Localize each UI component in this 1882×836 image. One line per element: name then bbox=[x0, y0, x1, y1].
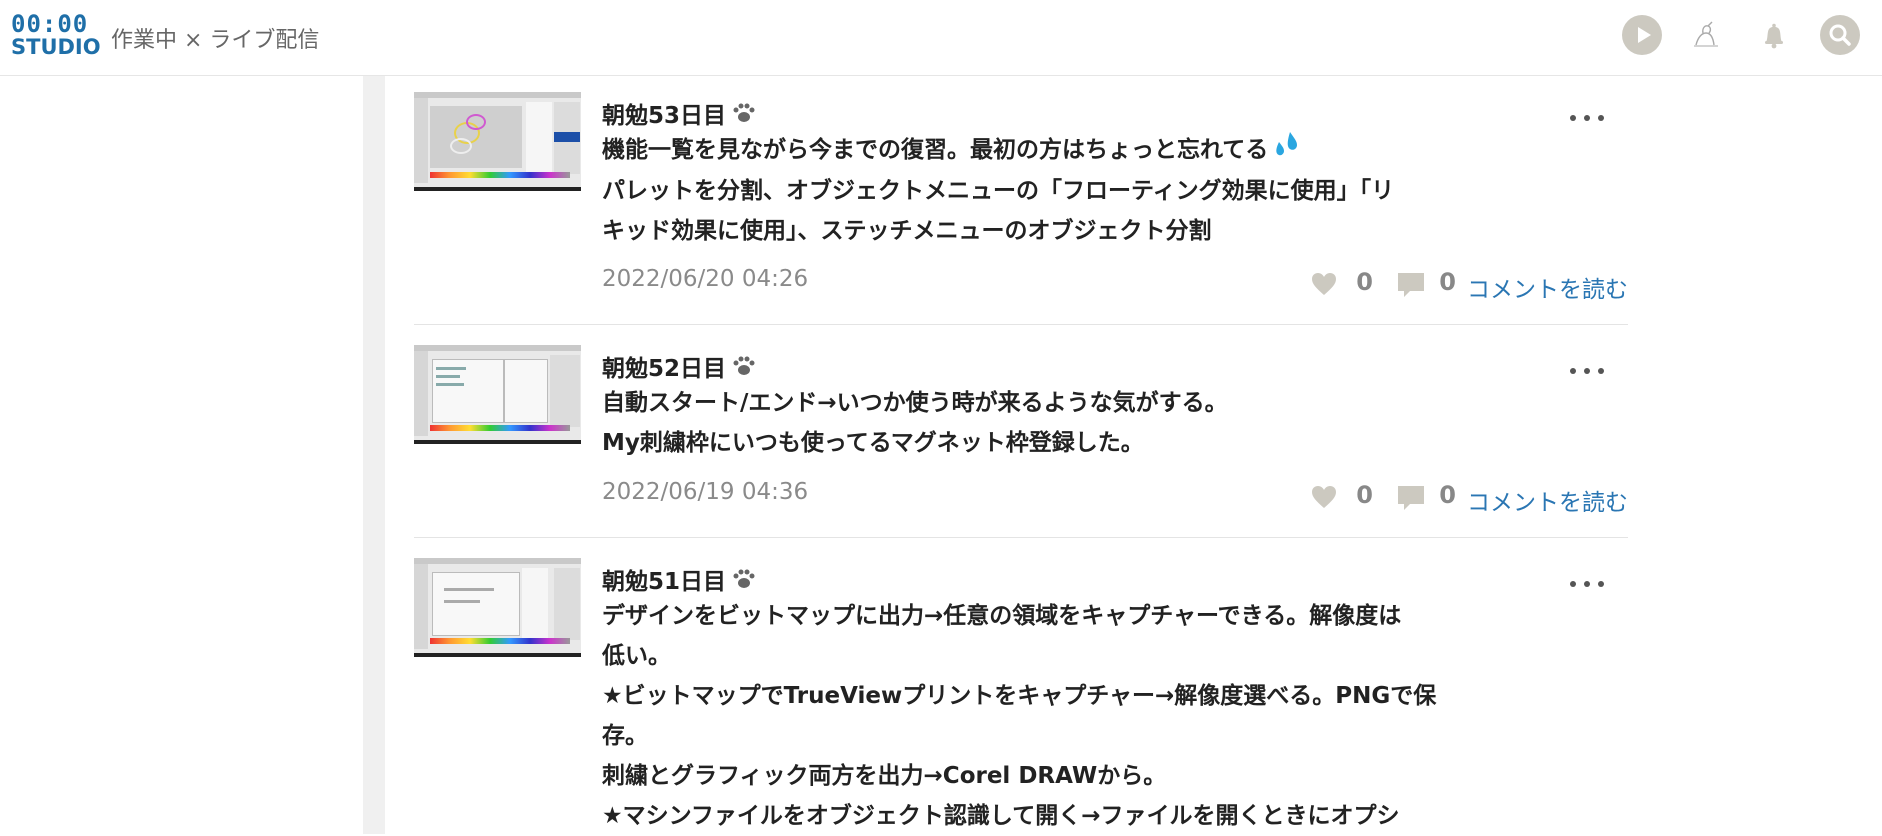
post-body-line: My刺繍枠にいつも使ってるマグネット枠登録した。 bbox=[602, 430, 1144, 456]
search-icon[interactable] bbox=[1820, 15, 1860, 55]
post-body: 機能一覧を見ながら今までの復習。最初の方はちょっと忘れてる パレットを分割、オブ… bbox=[602, 130, 1552, 251]
post-item: 朝勉53日目 機能一覧を見ながら今までの復習。最初の方はちょっと忘れてる パレッ… bbox=[414, 92, 1628, 325]
comment-icon[interactable] bbox=[1396, 271, 1426, 303]
post-title-text: 朝勉53日目 bbox=[602, 103, 727, 129]
more-options-button[interactable] bbox=[1570, 365, 1606, 377]
site-header: 00:00 STUDIO 作業中 × ライブ配信 bbox=[0, 0, 1882, 76]
play-icon[interactable] bbox=[1622, 15, 1662, 55]
comment-count: 0 bbox=[1439, 268, 1456, 296]
mascot-icon[interactable] bbox=[1686, 15, 1726, 55]
post-meta: 0 0 コメントを読む bbox=[1228, 268, 1628, 303]
post-title[interactable]: 朝勉52日目 bbox=[602, 349, 758, 385]
post-body-line: ★マシンファイルをオブジェクト認識して開く→ファイルを開くときにオプシ bbox=[602, 803, 1400, 829]
post-body: 自動スタート/エンド→いつか使う時が来るような気がする。 My刺繍枠にいつも使っ… bbox=[602, 383, 1552, 463]
more-options-button[interactable] bbox=[1570, 578, 1606, 590]
post-body-line: 自動スタート/エンド→いつか使う時が来るような気がする。 bbox=[602, 390, 1228, 416]
paw-icon bbox=[730, 568, 758, 598]
post-title[interactable]: 朝勉51日目 bbox=[602, 562, 758, 598]
like-count: 0 bbox=[1356, 481, 1373, 509]
post-body-line: ★ビットマップでTrueViewプリントをキャプチャー→解像度選べる。PNGで保 bbox=[602, 683, 1437, 709]
post-title[interactable]: 朝勉53日目 bbox=[602, 96, 758, 132]
post-body-line: キッド効果に使用」、ステッチメニューのオブジェクト分割 bbox=[602, 218, 1212, 244]
post-date: 2022/06/20 04:26 bbox=[602, 266, 809, 292]
post-body-line: 存。 bbox=[602, 723, 648, 749]
post-body-line: パレットを分割、オブジェクトメニューの「フローティング効果に使用」「リ bbox=[602, 178, 1395, 204]
logo-studio: STUDIO bbox=[11, 35, 101, 59]
post-body-line: 機能一覧を見ながら今までの復習。最初の方はちょっと忘れてる bbox=[602, 137, 1269, 163]
post-thumbnail[interactable] bbox=[414, 558, 581, 657]
divider bbox=[414, 537, 1628, 538]
read-comments-link[interactable]: コメントを読む bbox=[1467, 483, 1628, 517]
post-item: 朝勉52日目 自動スタート/エンド→いつか使う時が来るような気がする。 My刺繍… bbox=[414, 345, 1628, 545]
paw-icon bbox=[730, 102, 758, 132]
read-comments-link[interactable]: コメントを読む bbox=[1467, 270, 1628, 304]
divider bbox=[414, 324, 1628, 325]
logo-time: 00:00 bbox=[11, 10, 89, 38]
post-body: デザインをビットマップに出力→任意の領域をキャプチャーできる。解像度は 低い。 … bbox=[602, 596, 1552, 836]
heart-icon[interactable] bbox=[1310, 271, 1338, 301]
post-title-text: 朝勉51日目 bbox=[602, 569, 727, 595]
like-count: 0 bbox=[1356, 268, 1373, 296]
sweat-drops-icon bbox=[1271, 130, 1299, 171]
logo[interactable]: 00:00 STUDIO bbox=[11, 12, 101, 58]
comment-icon[interactable] bbox=[1396, 484, 1426, 516]
post-body-line: 刺繍とグラフィック両方を出力→Corel DRAWから。 bbox=[602, 763, 1167, 789]
post-thumbnail[interactable] bbox=[414, 345, 581, 444]
paw-icon bbox=[730, 355, 758, 385]
post-body-line: 低い。 bbox=[602, 643, 671, 669]
post-title-text: 朝勉52日目 bbox=[602, 356, 727, 382]
comment-count: 0 bbox=[1439, 481, 1456, 509]
post-meta: 0 0 コメントを読む bbox=[1228, 481, 1628, 516]
more-options-button[interactable] bbox=[1570, 112, 1606, 124]
heart-icon[interactable] bbox=[1310, 484, 1338, 514]
post-date: 2022/06/19 04:36 bbox=[602, 479, 809, 505]
post-thumbnail[interactable] bbox=[414, 92, 581, 191]
post-body-line: デザインをビットマップに出力→任意の領域をキャプチャーできる。解像度は bbox=[602, 603, 1402, 629]
sidebar-strip bbox=[363, 76, 385, 834]
bell-icon[interactable] bbox=[1754, 15, 1794, 55]
post-item: 朝勉51日目 デザインをビットマップに出力→任意の領域をキャプチャーできる。解像… bbox=[414, 558, 1628, 834]
site-title[interactable]: 作業中 × ライブ配信 bbox=[111, 22, 319, 54]
